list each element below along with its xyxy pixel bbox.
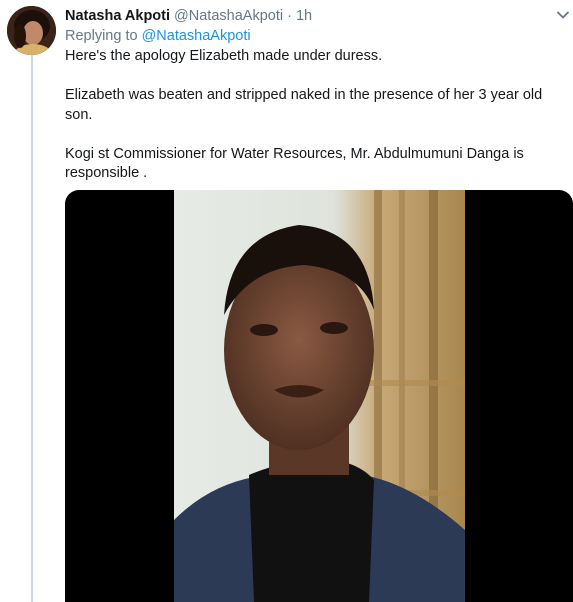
replying-to-link[interactable]: @NatashaAkpoti [142, 28, 251, 44]
display-name[interactable]: Natasha Akpoti [65, 8, 170, 24]
replying-prefix: Replying to [65, 28, 138, 44]
user-handle[interactable]: @NatashaAkpoti [174, 8, 283, 24]
avatar-image [7, 6, 56, 55]
tweet-paragraph: Kogi st Commissioner for Water Resources… [65, 145, 524, 182]
avatar[interactable] [7, 6, 56, 55]
video-frame [174, 190, 465, 602]
replying-to: Replying to @NatashaAkpoti [65, 26, 251, 46]
tweet-header: Natasha Akpoti @NatashaAkpoti · 1h [65, 6, 312, 26]
video-player[interactable] [65, 190, 573, 602]
separator-dot: · [287, 8, 292, 24]
tweet-paragraph: Here's the apology Elizabeth made under … [65, 48, 383, 64]
thread-line [31, 55, 33, 602]
tweet-text: Here's the apology Elizabeth made under … [65, 47, 560, 203]
tweet-paragraph: Elizabeth was beaten and stripped naked … [65, 87, 543, 123]
tweet[interactable]: Natasha Akpoti @NatashaAkpoti · 1h Reply… [0, 0, 573, 602]
timestamp[interactable]: 1h [296, 8, 312, 24]
video-still [174, 190, 465, 602]
chevron-down-icon[interactable] [556, 8, 570, 22]
